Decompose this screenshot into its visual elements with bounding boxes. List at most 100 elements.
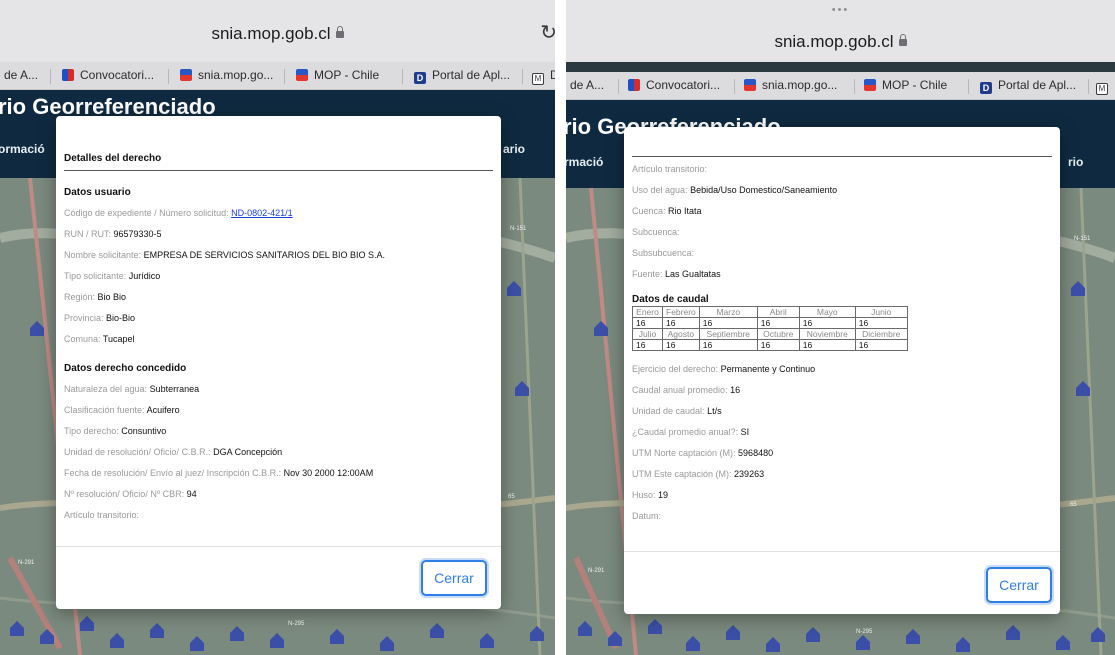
road-label: N-295 [288,621,305,627]
field-unidad-resolucion: Unidad de resolución/ Oficio/ C.B.R.: DG… [64,447,283,457]
road-label: N-291 [18,560,35,566]
bookmark-separator [734,79,735,94]
field-tipo-solicitante: Tipo solicitante: Jurídico [64,271,161,281]
field-provincia: Provincia: Bio-Bio [64,313,136,323]
site-favicon-icon [296,69,308,81]
bookmark-separator [522,69,523,84]
road-label: N-291 [588,568,605,574]
bookmark-item[interactable]: snia.mop.go... [180,68,273,82]
bookmark-separator [402,69,403,84]
month-header: Junio [854,306,908,318]
nav-item-informacion[interactable]: rmació [566,155,603,169]
bookmark-item[interactable]: de A... [4,68,38,82]
table-row: 16 16 16 16 16 16 [632,317,908,329]
section-title-datos-usuario: Datos usuario [64,187,131,198]
field-nro-resolucion: Nº resolución/ Oficio/ Nº CBR: 94 [64,489,197,499]
bookmark-item[interactable]: de A... [570,78,604,92]
bookmark-item[interactable]: D Portal de Apl... [414,68,510,84]
modal-body: Datos usuario Código de expediente / Núm… [64,182,495,526]
field-clasificacion: Clasificación fuente: Acuifero [64,405,180,415]
bookmark-item[interactable]: D Portal de Apl... [980,78,1076,94]
bookmark-item[interactable]: snia.mop.go... [744,78,837,92]
field-unidad-caudal: Unidad de caudal: Lt/s [632,406,722,416]
road-label: N-151 [510,226,527,232]
url-text[interactable]: snia.mop.gob.cl [566,32,1115,52]
field-articulo-transitorio: Artículo transitorio: [64,510,140,520]
reload-icon[interactable]: ↻ [540,20,555,45]
bookmark-separator [618,79,619,94]
field-ejercicio-derecho: Ejercicio del derecho: Permanente y Cont… [632,364,816,374]
month-header: Mayo [798,306,856,318]
close-button[interactable]: Cerrar [421,560,487,596]
month-header: Diciembre [854,328,908,340]
caudal-value: 16 [662,339,700,351]
lock-icon [335,26,344,39]
caudal-value: 16 [632,317,663,329]
caudal-value: 16 [756,339,800,351]
field-comuna: Comuna: Tucapel [64,334,135,344]
lock-icon [898,34,907,47]
table-row: Enero Febrero Marzo Abril Mayo Junio [632,306,908,318]
field-articulo-transitorio: Artículo transitorio: [632,164,708,174]
caudal-table: Enero Febrero Marzo Abril Mayo Junio 16 … [632,306,908,351]
field-fecha-resolucion: Fecha de resolución/ Envío al juez/ Insc… [64,468,374,478]
caudal-value: 16 [698,317,758,329]
bookmark-item[interactable]: MD [532,68,555,85]
bookmarks-bar: de A... Convocatori... snia.mop.go... MO… [0,62,555,90]
url-text[interactable]: snia.mop.gob.cl [0,24,555,44]
field-naturaleza: Naturaleza del agua: Subterranea [64,384,200,394]
bookmark-item[interactable]: MOP - Chile [296,68,379,82]
caudal-value: 16 [662,317,700,329]
bookmark-item[interactable]: Convocatori... [628,78,720,92]
bookmark-separator [50,69,51,84]
close-button[interactable]: Cerrar [986,567,1052,603]
chile-flag-icon [62,69,74,81]
nav-item-usuario[interactable]: ario [503,142,525,156]
m-bookmark-icon: M [1096,83,1108,95]
month-header: Febrero [662,306,700,318]
road-label: 65 [508,494,515,500]
site-favicon-icon [744,79,756,91]
nav-item-usuario[interactable]: rio [1068,155,1083,169]
bookmark-separator [968,79,969,94]
m-bookmark-icon: M [532,73,544,85]
site-favicon-icon [864,79,876,91]
bookmark-separator [854,79,855,94]
caudal-value: 16 [632,339,663,351]
caudal-value: 16 [756,317,800,329]
field-utm-este: UTM Este captación (M): 239263 [632,469,765,479]
section-title-datos-caudal: Datos de caudal [632,294,709,305]
month-header: Noviembre [798,328,856,340]
road-label: N-151 [1074,236,1091,242]
caudal-value: 16 [798,339,856,351]
section-title-datos-derecho: Datos derecho concedido [64,363,187,374]
bookmark-item[interactable]: M [1096,78,1114,95]
site-favicon-icon [180,69,192,81]
bookmark-separator [284,69,285,84]
address-bar[interactable]: ••• snia.mop.gob.cl [566,0,1115,62]
more-dots-icon[interactable]: ••• [566,4,1115,16]
field-cuenca: Cuenca: Rio Itata [632,206,702,216]
bookmark-separator [168,69,169,84]
caudal-value: 16 [698,339,758,351]
nav-item-informacion[interactable]: ormació [0,142,45,156]
screenshot-right: ••• snia.mop.gob.cl de A... Convocatori.… [566,0,1115,655]
month-header: Octubre [756,328,800,340]
expediente-link[interactable]: ND-0802-421/1 [231,208,293,218]
month-header: Agosto [662,328,700,340]
month-header: Julio [632,328,663,340]
table-row: 16 16 16 16 16 16 [632,339,908,351]
field-caudal-promedio-anual: ¿Caudal promedio anual?: SI [632,427,750,437]
bookmark-item[interactable]: MOP - Chile [864,78,947,92]
road-label: 65 [1070,502,1077,508]
bookmark-separator [1088,79,1089,94]
field-expediente: Código de expediente / Número solicitud:… [64,208,293,218]
address-bar[interactable]: snia.mop.gob.cl ↻ [0,0,555,62]
field-caudal-anual: Caudal anual promedio: 16 [632,385,741,395]
month-header: Septiembre [698,328,758,340]
field-rut: RUN / RUT: 96579330-5 [64,229,162,239]
modal-title: Detalles del derecho [64,153,493,171]
bookmark-item[interactable]: Convocatori... [62,68,154,82]
